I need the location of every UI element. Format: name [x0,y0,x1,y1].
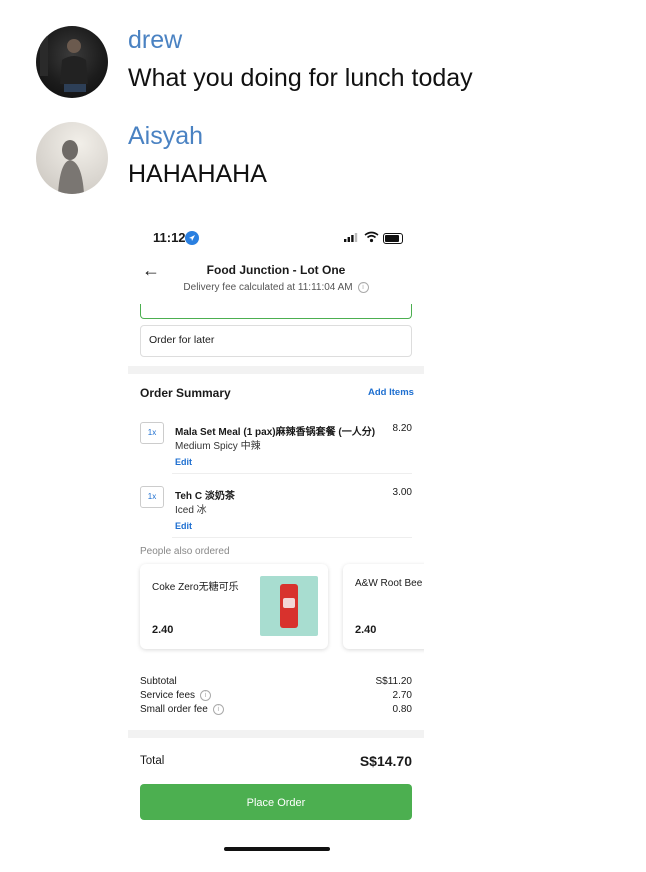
order-for-later-label: Order for later [149,334,215,346]
item-divider [172,537,412,538]
service-fees-value: 2.70 [392,690,412,701]
person-photo-icon [40,36,88,92]
page-title: Food Junction - Lot One [206,263,346,277]
item-price: 8.20 [392,423,412,434]
message-text: What you doing for lunch today [128,64,473,92]
wifi-icon [364,231,379,243]
suggestion-name: A&W Root Bee [355,578,423,589]
location-arrow-icon [185,231,199,245]
silhouette-icon [58,140,84,194]
edit-item-link[interactable]: Edit [175,457,192,467]
subtotal-value: S$11.20 [375,676,412,687]
signal-icon [344,233,358,242]
sender-name[interactable]: drew [128,26,182,55]
item-option: Iced 冰 [175,505,207,516]
people-also-ordered-label: People also ordered [140,546,230,557]
section-divider [128,366,424,374]
delivery-fee-note: Delivery fee calculated at 11:11:04 AM i [128,282,424,293]
add-items-link[interactable]: Add Items [368,387,414,398]
battery-icon [383,233,403,244]
item-name: Mala Set Meal (1 pax)麻辣香锅套餐 (一人分) [175,427,376,438]
total-value: S$14.70 [359,753,412,769]
item-name: Teh C 淡奶茶 [175,491,235,502]
delivery-fee-text: Delivery fee calculated at 11:11:04 AM [183,282,353,294]
service-fees-label: Service fees [140,690,196,702]
edit-item-link[interactable]: Edit [175,521,192,531]
subtotal-label: Subtotal [140,676,177,687]
message-text: HAHAHAHA [128,160,267,188]
item-option: Medium Spicy 中辣 [175,441,261,452]
quantity-badge[interactable]: 1x [140,486,164,508]
section-divider [128,730,424,738]
info-icon[interactable]: i [212,704,224,715]
info-icon[interactable]: i [357,282,369,293]
info-icon[interactable]: i [200,690,212,701]
item-divider [172,473,412,474]
small-order-fee-value: 0.80 [392,704,412,715]
avatar[interactable] [36,122,108,194]
sender-name[interactable]: Aisyah [128,122,203,151]
suggestion-card[interactable]: Coke Zero无糖可乐 2.40 [140,564,328,649]
total-label: Total [140,755,165,767]
suggestion-price: 2.40 [355,624,377,636]
coke-can-image [260,576,318,636]
status-time: 11:12 [153,230,186,245]
quantity-badge[interactable]: 1x [140,422,164,444]
place-order-button[interactable]: Place Order [140,784,412,820]
item-price: 3.00 [392,487,412,498]
order-summary-title: Order Summary [140,386,231,400]
selected-option-box[interactable] [140,304,412,319]
avatar[interactable] [36,26,108,98]
suggestion-price: 2.40 [152,624,174,636]
small-order-fee-row: Small order fee i [140,704,224,715]
small-order-fee-label: Small order fee [140,704,208,716]
suggestion-card[interactable]: A&W Root Bee 2.40 [343,564,424,649]
suggestion-name: Coke Zero无糖可乐 [152,582,239,593]
service-fees-row: Service fees i [140,690,212,702]
order-screenshot[interactable]: 11:12 ← Food Junction - Lot One Delivery… [128,212,424,834]
home-indicator[interactable] [224,847,330,851]
